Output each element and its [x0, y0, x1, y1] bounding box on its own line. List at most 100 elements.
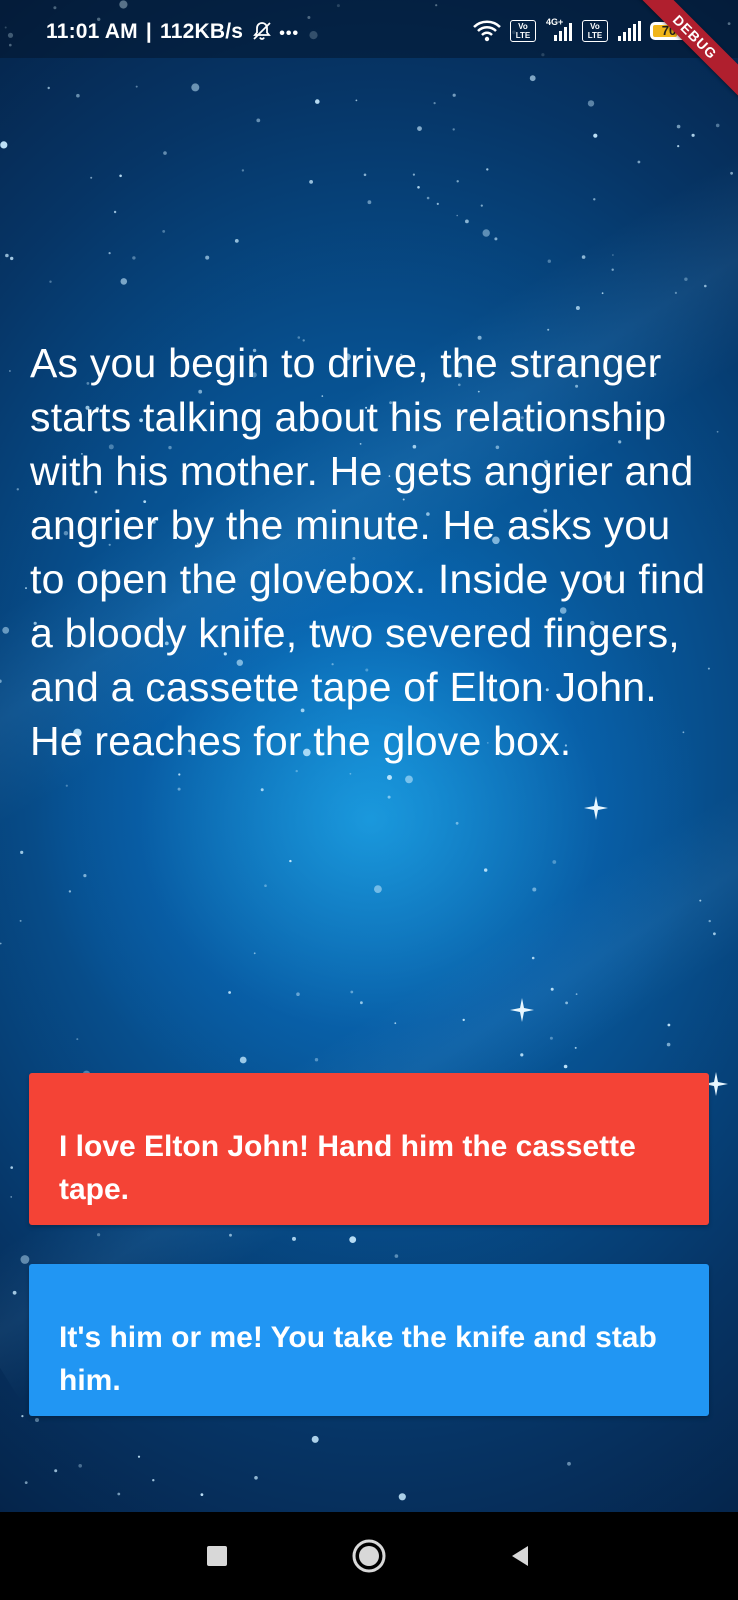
star [455, 821, 459, 825]
star [0, 942, 2, 945]
star [350, 990, 354, 994]
star [684, 277, 688, 281]
recents-square-icon[interactable] [197, 1536, 237, 1576]
star [674, 291, 678, 294]
star [19, 919, 22, 922]
star [387, 775, 392, 780]
star [699, 899, 702, 902]
star [547, 328, 550, 331]
star [587, 100, 595, 107]
star [426, 196, 430, 200]
star [10, 256, 14, 261]
star [550, 987, 554, 991]
star [730, 171, 733, 175]
star [24, 1481, 28, 1484]
star [575, 993, 578, 995]
star [484, 868, 488, 872]
star [234, 239, 239, 243]
status-time: 11:01 AM [46, 20, 138, 43]
star [691, 133, 695, 137]
star [433, 102, 436, 105]
star [394, 1022, 397, 1025]
star [49, 280, 52, 283]
star [228, 991, 232, 994]
star [494, 237, 498, 241]
star [360, 1001, 363, 1005]
star [565, 1001, 568, 1005]
star [531, 956, 535, 960]
star [132, 256, 136, 260]
star [76, 1038, 79, 1041]
sparkle [584, 796, 608, 820]
star [253, 952, 256, 955]
star [456, 214, 459, 217]
star [10, 1166, 13, 1169]
star [715, 123, 720, 128]
star [363, 173, 367, 177]
star [601, 292, 604, 295]
star [229, 1233, 232, 1237]
star [520, 1053, 524, 1057]
star [667, 1023, 671, 1027]
star [704, 284, 707, 288]
star [264, 884, 267, 887]
star [135, 85, 138, 88]
star [65, 784, 68, 787]
star [349, 1236, 357, 1243]
star [83, 874, 87, 878]
star [254, 1476, 258, 1480]
star [374, 885, 382, 893]
star [2, 626, 10, 634]
star [394, 1254, 399, 1258]
status-separator: | [145, 20, 152, 43]
star [355, 99, 358, 102]
background-space: 11:01 AM | 112KB/s ••• Vo LTE 4G+ Vo LTE… [0, 0, 738, 1512]
star [532, 887, 537, 892]
star [311, 1435, 319, 1443]
home-circle-icon[interactable] [349, 1536, 389, 1576]
volte-badge: Vo LTE [510, 20, 536, 42]
star [417, 126, 422, 131]
more-notifications-icon: ••• [279, 25, 300, 42]
star [68, 890, 72, 893]
back-triangle-icon[interactable] [500, 1536, 540, 1576]
star [10, 1196, 12, 1198]
star [549, 1036, 553, 1040]
star [612, 254, 614, 256]
star [108, 252, 111, 255]
signal-icon [618, 21, 641, 41]
star [452, 93, 456, 97]
star [309, 180, 313, 184]
star [47, 86, 50, 90]
choice-2-button[interactable]: It's him or me! You take the knife and s… [29, 1264, 709, 1416]
star [113, 210, 117, 214]
star [417, 186, 420, 189]
star [152, 1479, 155, 1482]
star [367, 200, 372, 205]
mute-bell-icon [253, 22, 272, 40]
star [162, 230, 166, 233]
star [713, 932, 716, 936]
star [12, 1290, 17, 1295]
star [436, 202, 439, 205]
star [716, 430, 719, 433]
star [581, 255, 586, 259]
star [54, 1469, 58, 1473]
choice-1-button[interactable]: I love Elton John! Hand him the cassette… [29, 1073, 709, 1225]
star [529, 75, 536, 82]
star [205, 255, 210, 260]
star [16, 488, 19, 491]
star [486, 168, 489, 171]
star [120, 278, 128, 285]
star [563, 1064, 568, 1069]
star [25, 587, 27, 590]
star [637, 160, 641, 164]
status-bar: 11:01 AM | 112KB/s ••• Vo LTE 4G+ Vo LTE… [0, 0, 738, 58]
star [452, 128, 455, 131]
star [405, 775, 413, 784]
star [611, 268, 614, 271]
star [9, 370, 11, 372]
star [119, 174, 122, 178]
star [465, 219, 469, 224]
star [567, 1461, 571, 1466]
